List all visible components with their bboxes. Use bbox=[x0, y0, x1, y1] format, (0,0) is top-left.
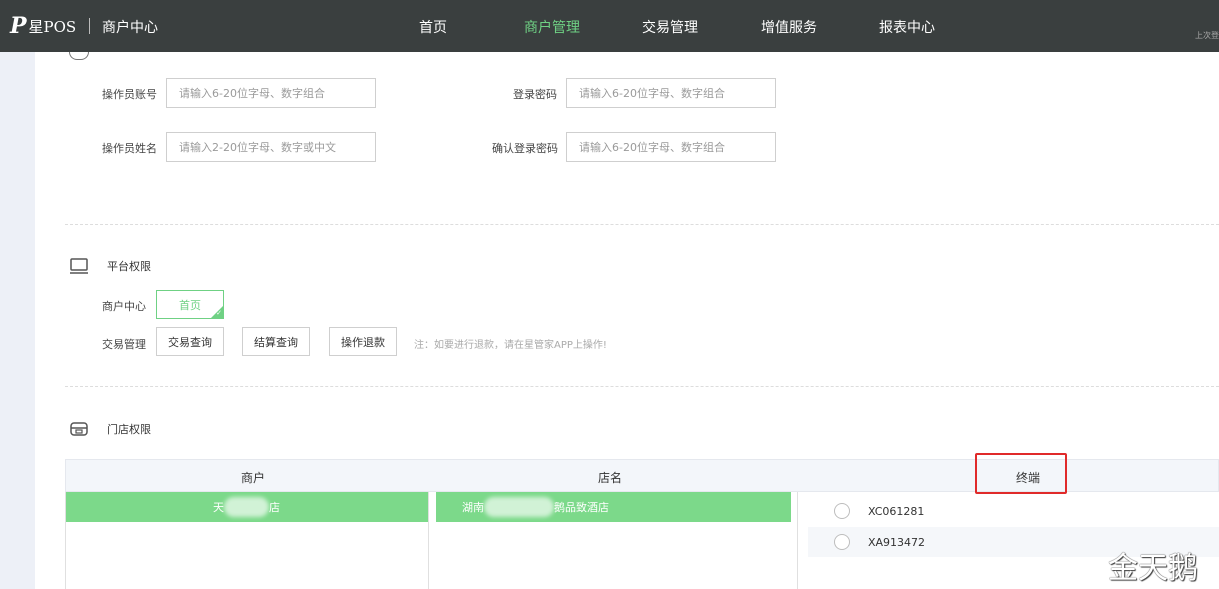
settlement-query-button[interactable]: 结算查询 bbox=[242, 327, 310, 356]
password-input[interactable] bbox=[566, 78, 776, 108]
terminal-id: XC061281 bbox=[868, 504, 925, 518]
operator-name-label: 操作员姓名 bbox=[102, 142, 157, 155]
redacted-blur bbox=[484, 497, 554, 517]
top-navigation-bar: P 星POS 商户中心 首页 商户管理 交易管理 增值服务 报表中心 上次登 bbox=[0, 0, 1219, 52]
logo-text: 星POS bbox=[28, 17, 77, 36]
logo[interactable]: P 星POS bbox=[10, 15, 76, 37]
user-section-icon bbox=[69, 52, 89, 60]
nav-home[interactable]: 首页 bbox=[419, 17, 447, 37]
home-permission-label: 首页 bbox=[179, 298, 201, 312]
last-login-text: 上次登 bbox=[1195, 31, 1219, 40]
trade-query-button[interactable]: 交易查询 bbox=[156, 327, 224, 356]
merchant-name-prefix: 天 bbox=[213, 501, 224, 514]
confirm-password-input[interactable] bbox=[566, 132, 776, 162]
store-permission-title: 门店权限 bbox=[107, 423, 151, 436]
redacted-blur bbox=[224, 497, 269, 517]
terminal-row[interactable]: XC061281 bbox=[808, 496, 1219, 526]
check-icon: ✓ bbox=[216, 309, 222, 317]
confirm-password-label: 确认登录密码 bbox=[492, 142, 558, 155]
home-permission-button[interactable]: 首页 ✓ bbox=[156, 290, 224, 319]
trade-management-label: 交易管理 bbox=[102, 338, 146, 351]
terminal-id: XA913472 bbox=[868, 535, 926, 549]
store-name-suffix: 鹅品致酒店 bbox=[554, 501, 609, 514]
operator-name-input[interactable] bbox=[166, 132, 376, 162]
refund-note: 注：如要进行退款，请在星管家APP上操作! bbox=[414, 340, 607, 351]
merchant-column-header: 商户 bbox=[241, 471, 266, 485]
merchant-name-suffix: 店 bbox=[269, 501, 280, 514]
store-icon bbox=[70, 422, 88, 436]
watermark: 金天鹅 bbox=[1108, 551, 1198, 586]
merchant-center-label: 商户中心 bbox=[102, 300, 146, 313]
logo-divider bbox=[89, 18, 90, 34]
store-row-selected[interactable]: 湖南 鹅品致酒店 bbox=[436, 492, 791, 522]
monitor-icon bbox=[70, 258, 88, 274]
portal-name: 商户中心 bbox=[102, 20, 158, 36]
section-divider bbox=[65, 386, 1219, 387]
nav-report-center[interactable]: 报表中心 bbox=[879, 17, 935, 37]
terminal-radio[interactable] bbox=[834, 503, 850, 519]
terminal-radio[interactable] bbox=[834, 534, 850, 550]
nav-value-added-services[interactable]: 增值服务 bbox=[761, 17, 817, 37]
store-name-prefix: 湖南 bbox=[462, 501, 484, 514]
platform-permission-title: 平台权限 bbox=[107, 260, 151, 273]
nav-trade-management[interactable]: 交易管理 bbox=[642, 17, 698, 37]
refund-operation-button[interactable]: 操作退款 bbox=[329, 327, 397, 356]
nav-merchant-management[interactable]: 商户管理 bbox=[524, 17, 580, 37]
section-divider bbox=[65, 224, 1219, 225]
account-label: 操作员账号 bbox=[102, 88, 157, 101]
password-label: 登录密码 bbox=[513, 88, 557, 101]
merchant-row-selected[interactable]: 天 店 bbox=[66, 492, 428, 522]
account-input[interactable] bbox=[166, 78, 376, 108]
terminal-header-highlight bbox=[975, 453, 1067, 494]
left-sidebar-strip bbox=[0, 52, 35, 589]
store-name-column-header: 店名 bbox=[598, 471, 623, 485]
logo-mark: P bbox=[10, 13, 27, 39]
